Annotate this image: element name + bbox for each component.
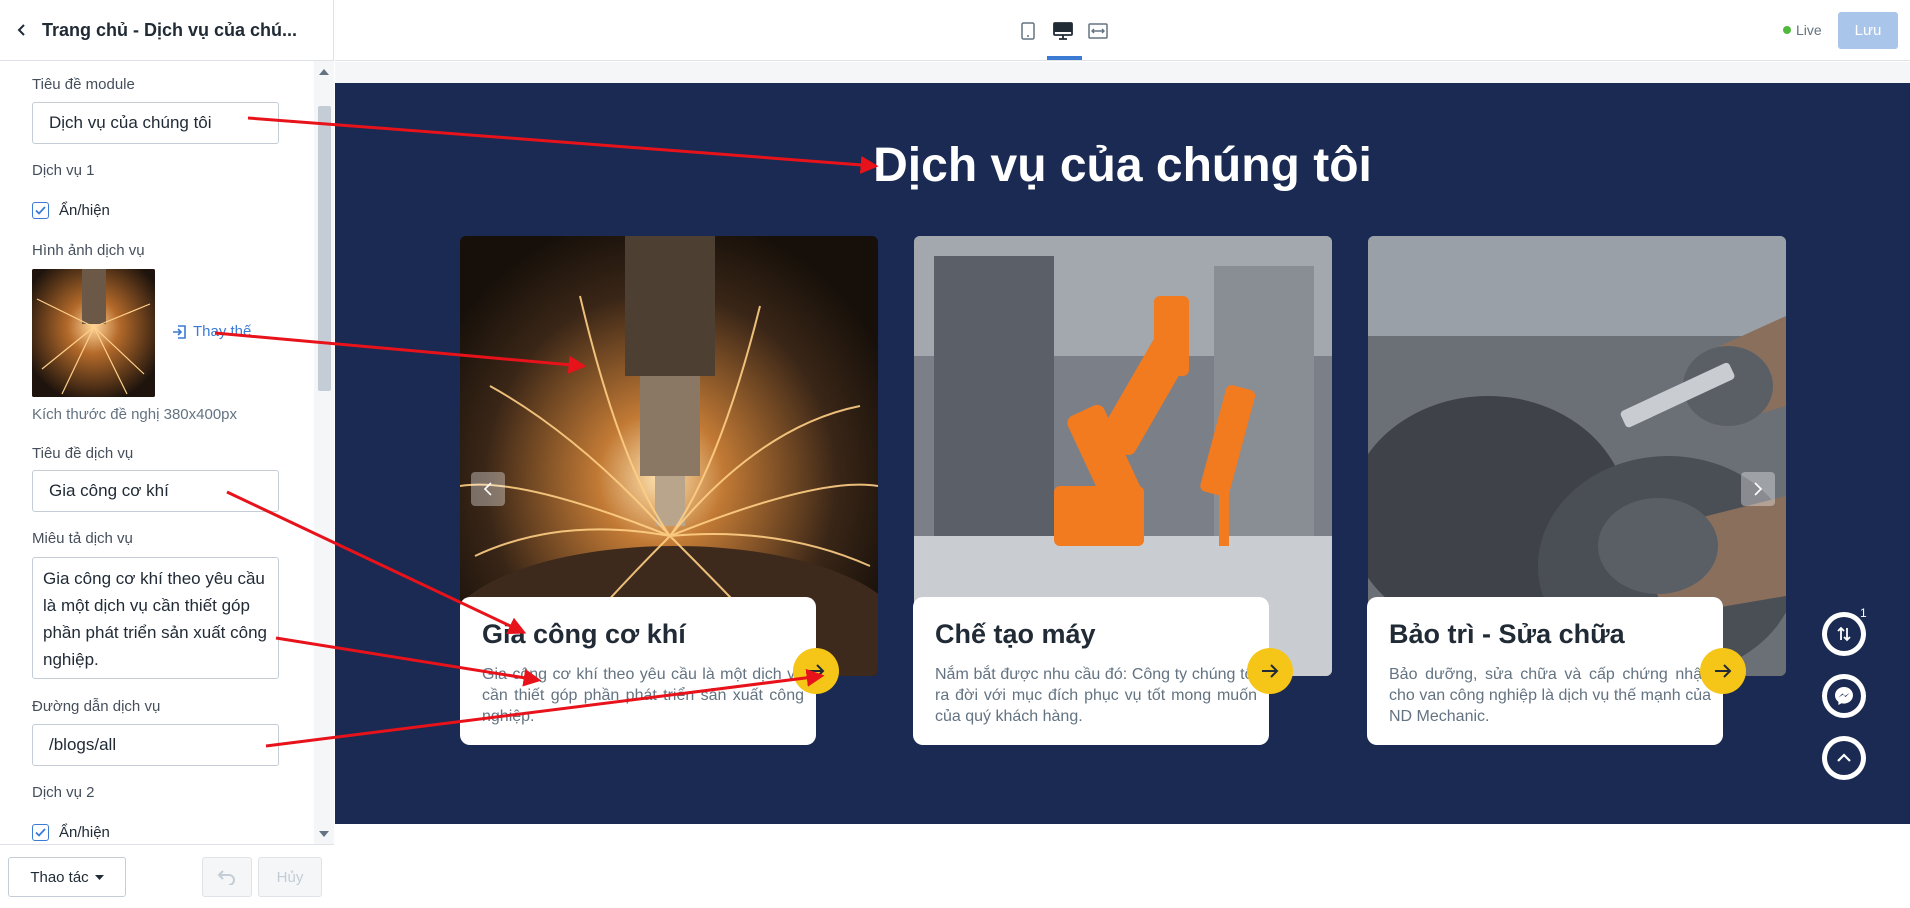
scrollbar-thumb[interactable] — [318, 106, 331, 391]
chevron-left-icon — [483, 482, 492, 496]
sidebar-scrollbar[interactable] — [314, 61, 334, 844]
replace-icon — [173, 324, 186, 339]
service1-label: Dịch vụ 1 — [32, 162, 95, 179]
service-card-desc: Gia công cơ khí theo yêu cầu là một dịch… — [482, 666, 804, 725]
desktop-icon — [1053, 22, 1073, 40]
service-card-3-link[interactable] — [1700, 648, 1746, 694]
checkbox-checked-icon[interactable] — [32, 824, 49, 841]
scroll-top-button[interactable] — [1822, 736, 1866, 780]
service1-visibility[interactable]: Ẩn/hiện — [32, 202, 110, 219]
service-card-desc: Bảo dưỡng, sửa chữa và cấp chứng nhận ch… — [1389, 666, 1711, 725]
carousel-prev-button[interactable] — [471, 472, 505, 506]
messenger-icon — [1835, 687, 1853, 705]
service2-label: Dịch vụ 2 — [32, 784, 95, 801]
back-icon — [17, 24, 25, 36]
carousel-next-button[interactable] — [1741, 472, 1775, 506]
service-card-2[interactable]: Chế tạo máy Nắm bắt được nhu cầu đó: Côn… — [913, 597, 1269, 745]
service-title-input[interactable]: Gia công cơ khí — [32, 470, 279, 512]
live-status: Live — [1783, 22, 1822, 38]
module-title-input[interactable]: Dịch vụ của chúng tôi — [32, 102, 279, 144]
fullwidth-icon — [1088, 23, 1108, 39]
scroll-down-icon[interactable] — [319, 831, 329, 837]
service-card-title: Chế tạo máy — [935, 619, 1096, 649]
service-card-title: Bảo trì - Sửa chữa — [1389, 619, 1625, 649]
chevron-right-icon — [1754, 482, 1763, 496]
active-view-indicator — [1047, 56, 1082, 60]
service-card-desc: Nắm bắt được nhu cầu đó: Công ty chúng t… — [935, 666, 1257, 725]
desktop-view-button[interactable] — [1048, 16, 1078, 46]
service-card-title: Gia công cơ khí — [482, 619, 686, 649]
undo-icon — [217, 870, 235, 885]
undo-button[interactable] — [202, 857, 252, 897]
next-section — [335, 824, 1910, 908]
sidebar-footer: Thao tác Hủy — [0, 844, 334, 908]
arrow-right-icon — [1262, 664, 1279, 678]
service-desc-label: Miêu tả dịch vụ — [32, 530, 133, 547]
messenger-button[interactable] — [1822, 674, 1866, 718]
chevron-up-icon — [1837, 753, 1851, 762]
live-label: Live — [1796, 22, 1822, 38]
transfer-icon — [1837, 626, 1851, 642]
service-title-label: Tiêu đề dịch vụ — [32, 445, 134, 462]
service-link-label: Đường dẫn dịch vụ — [32, 698, 161, 715]
service-link-input[interactable]: /blogs/all — [32, 724, 279, 766]
replace-image-button[interactable]: Thay thế — [172, 323, 251, 340]
mobile-view-button[interactable] — [1013, 16, 1043, 46]
actions-dropdown[interactable]: Thao tác — [8, 857, 126, 897]
visibility2-label: Ẩn/hiện — [59, 824, 110, 841]
service-card-1[interactable]: Gia công cơ khí Gia công cơ khí theo yêu… — [460, 597, 816, 745]
scroll-up-icon[interactable] — [319, 69, 329, 75]
sidebar-header: Trang chủ - Dịch vụ của chú... — [0, 0, 334, 61]
sidebar-title: Trang chủ - Dịch vụ của chú... — [42, 19, 298, 40]
fullwidth-view-button[interactable] — [1083, 16, 1113, 46]
actions-label: Thao tác — [30, 868, 89, 886]
visibility-label: Ẩn/hiện — [59, 202, 110, 219]
service-card-1-link[interactable] — [793, 648, 839, 694]
mobile-icon — [1021, 22, 1035, 40]
arrow-right-icon — [1715, 664, 1732, 678]
preview-toolbar: Live Lưu — [335, 0, 1910, 61]
services-heading: Dịch vụ của chúng tôi — [873, 139, 1372, 192]
service-card-2-link[interactable] — [1247, 648, 1293, 694]
module-title-label: Tiêu đề module — [32, 76, 135, 93]
notification-badge: 1 — [1860, 606, 1867, 620]
cancel-button[interactable]: Hủy — [258, 857, 322, 897]
image-label: Hình ảnh dịch vụ — [32, 242, 145, 259]
caret-down-icon — [94, 874, 104, 880]
checkbox-checked-icon[interactable] — [32, 202, 49, 219]
live-dot — [1783, 26, 1791, 34]
service-card-3[interactable]: Bảo trì - Sửa chữa Bảo dưỡng, sửa chữa v… — [1367, 597, 1723, 745]
size-hint: Kích thước đề nghị 380x400px — [32, 406, 238, 423]
service-image-thumbnail[interactable] — [32, 269, 155, 397]
service-desc-textarea[interactable]: Gia công cơ khí theo yêu cầu là một dịch… — [32, 557, 279, 679]
service2-visibility[interactable]: Ẩn/hiện — [32, 824, 110, 841]
back-button[interactable] — [4, 12, 40, 48]
editor-sidebar: Trang chủ - Dịch vụ của chú... Tiêu đề m… — [0, 0, 334, 908]
save-button[interactable]: Lưu — [1838, 12, 1898, 49]
sidebar-form: Tiêu đề module Dịch vụ của chúng tôi Dịc… — [0, 61, 334, 844]
arrow-right-icon — [808, 664, 825, 678]
replace-label: Thay thế — [193, 323, 252, 340]
